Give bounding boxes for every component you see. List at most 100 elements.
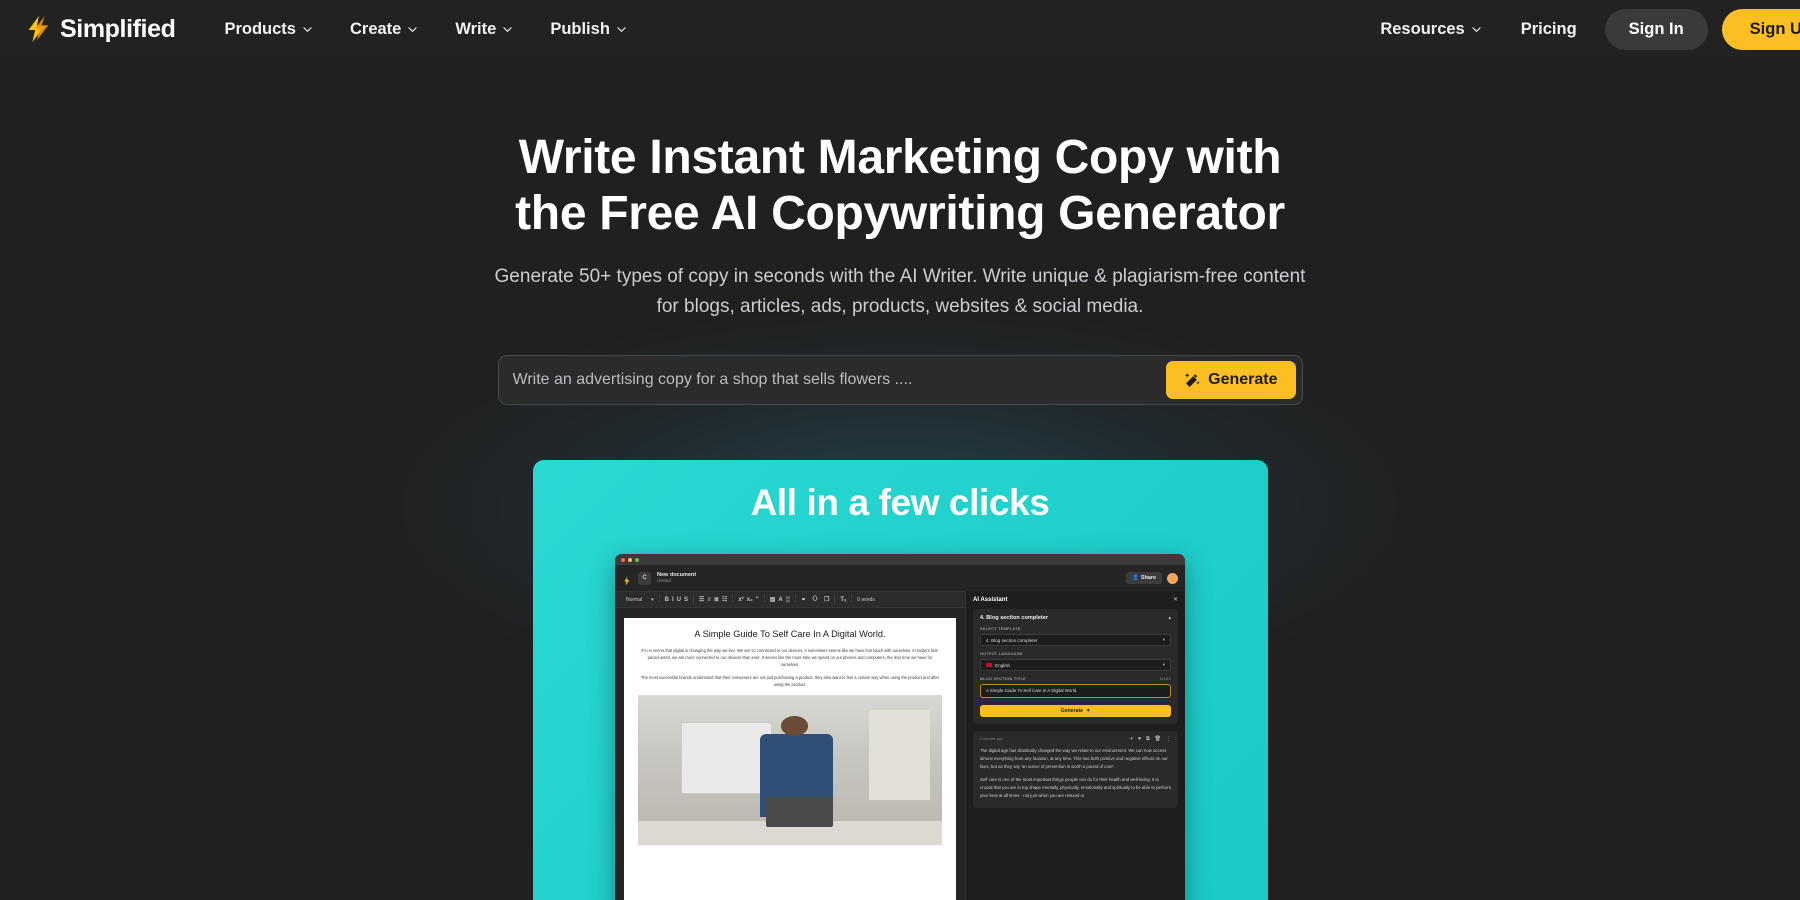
style-select[interactable]: Normal ▾ — [626, 597, 654, 603]
blog-title-label-row: BLOG SECTION TITLE 0/120 — [980, 677, 1171, 681]
chevron-down-icon: ▾ — [651, 596, 654, 603]
align-left-icon[interactable]: ☰ — [699, 597, 704, 603]
toolbar-list-group[interactable]: ▤ A ▒ — [765, 594, 796, 606]
nav-item-publish[interactable]: Publish — [531, 12, 645, 47]
window-maximize-dot-icon — [635, 557, 639, 562]
prompt-input[interactable] — [512, 371, 1167, 390]
ai-output-header: 2 minutes ago + ♥ ⧉ 🗑 ⋮ — [980, 736, 1171, 742]
plus-icon[interactable]: + — [1130, 736, 1133, 742]
generate-button[interactable]: Generate — [1166, 361, 1296, 400]
ai-output-timestamp: 2 minutes ago — [980, 737, 1003, 742]
brand-name: Simplified — [60, 14, 176, 43]
align-right-icon[interactable]: ≣ — [714, 597, 719, 603]
nav-item-resources[interactable]: Resources — [1360, 12, 1500, 47]
nav-item-products[interactable]: Products — [205, 12, 331, 47]
nav-item-create[interactable]: Create — [331, 12, 436, 47]
style-select-value: Normal — [626, 596, 643, 603]
align-center-icon[interactable]: ≡ — [707, 597, 711, 603]
chevron-down-icon: ▾ — [1162, 662, 1165, 668]
heart-icon[interactable]: ♥ — [1138, 736, 1141, 742]
window-close-dot-icon — [621, 557, 625, 562]
ai-template-name: 4. Blog section completer — [980, 615, 1049, 622]
select-template-label: SELECT TEMPLATE — [980, 627, 1021, 632]
image-icon[interactable]: ❐ — [824, 597, 829, 603]
more-icon[interactable]: ⋮ — [1166, 736, 1171, 742]
ai-panel-header: AI Assistant ✕ — [973, 597, 1178, 603]
italic-icon[interactable]: I — [672, 597, 674, 603]
superscript-icon[interactable]: x² — [738, 597, 743, 603]
magic-wand-icon — [1184, 372, 1200, 388]
editor-toolbar: Normal ▾ B I U S ☰ ≡ ≣ ☷ x² x₂ ” ▤ A ▒ ⚭… — [615, 591, 965, 609]
chevron-down-icon — [408, 25, 417, 34]
bold-icon[interactable]: B — [665, 597, 669, 603]
nav-item-resources-label: Resources — [1380, 19, 1465, 38]
text-color-icon[interactable]: A — [778, 597, 782, 603]
simplified-bolt-logo-icon — [22, 14, 52, 44]
trash-icon[interactable]: 🗑 — [1155, 736, 1161, 742]
output-language-value: English — [995, 662, 1011, 668]
share-button[interactable]: 👤 Share — [1126, 572, 1162, 585]
toolbar-clear-group[interactable]: Tₓ — [835, 594, 853, 606]
ai-template-header[interactable]: 4. Blog section completer ▴ — [980, 615, 1171, 621]
brand-logo[interactable]: Simplified — [22, 14, 176, 44]
toolbar-style-group[interactable]: Normal ▾ — [621, 594, 660, 606]
clear-format-icon[interactable]: Tₓ — [840, 597, 846, 603]
image-person-head — [780, 716, 809, 736]
blockquote-icon[interactable]: ” — [756, 597, 759, 603]
avatar[interactable] — [1167, 572, 1178, 584]
mock-app-header: C New document Untitled 👤 Share — [615, 565, 1185, 592]
sign-in-button[interactable]: Sign In — [1604, 8, 1708, 50]
mock-app-body: Normal ▾ B I U S ☰ ≡ ≣ ☷ x² x₂ ” ▤ A ▒ ⚭… — [615, 591, 1185, 900]
subscript-icon[interactable]: x₂ — [747, 597, 753, 603]
prompt-bar: Generate — [497, 355, 1303, 406]
window-minimize-dot-icon — [628, 557, 632, 562]
document-heading: A Simple Guide To Self Care In A Digital… — [694, 629, 886, 640]
bullet-list-icon[interactable]: ▤ — [770, 597, 776, 603]
copy-icon[interactable]: ⧉ — [1146, 736, 1150, 742]
chevron-up-icon[interactable]: ▴ — [1168, 615, 1171, 621]
nav-item-write[interactable]: Write — [436, 12, 531, 47]
document-page[interactable]: A Simple Guide To Self Care In A Digital… — [624, 618, 956, 900]
align-justify-icon[interactable]: ☷ — [722, 597, 727, 603]
link-icon[interactable]: ⚭ — [801, 597, 806, 603]
image-shelf — [869, 710, 930, 801]
flag-icon — [986, 663, 992, 668]
code-icon[interactable]: 〈〉 — [809, 597, 821, 603]
nav-item-write-label: Write — [455, 19, 497, 38]
blog-title-input[interactable]: A Simple Guide To Self Care In A Digital… — [980, 684, 1171, 699]
mock-window-titlebar — [615, 554, 1185, 566]
page-title: Write Instant Marketing Copy with the Fr… — [470, 130, 1330, 242]
chevron-down-icon — [503, 25, 512, 34]
ai-output-actions: + ♥ ⧉ 🗑 ⋮ — [1130, 736, 1171, 742]
ai-generate-button[interactable]: Generate ✦ — [980, 705, 1171, 718]
person-add-icon: 👤 — [1132, 575, 1140, 582]
ai-output-paragraph-2: Self care is one of the most important t… — [980, 777, 1171, 799]
toolbar-format-group[interactable]: B I U S — [660, 594, 695, 606]
ai-generate-label: Generate — [1060, 708, 1084, 715]
nav-item-create-label: Create — [349, 19, 402, 38]
document-paragraph-1: It's no secret that digital is changing … — [641, 647, 939, 667]
mock-header-actions: 👤 Share — [1126, 572, 1178, 585]
app-screenshot-mock: C New document Untitled 👤 Share Normal ▾… — [615, 554, 1185, 900]
select-template-dropdown[interactable]: 4. Blog section completer ▾ — [980, 634, 1171, 647]
toolbar-insert-group[interactable]: ⚭ 〈〉 ❐ — [796, 594, 836, 606]
underline-icon[interactable]: U — [677, 597, 681, 603]
toolbar-align-group[interactable]: ☰ ≡ ≣ ☷ — [694, 594, 734, 606]
toolbar-script-group[interactable]: x² x₂ ” — [733, 594, 765, 606]
magic-wand-icon: ✦ — [1086, 708, 1091, 715]
toolbar-wordcount-group: 0 words — [852, 594, 880, 605]
nav-item-pricing-label: Pricing — [1520, 19, 1577, 38]
sign-up-button[interactable]: Sign Up — [1721, 8, 1800, 50]
ai-output-paragraph-1: The digital age has drastically changed … — [980, 748, 1168, 770]
showcase-title: All in a few clicks — [750, 482, 1050, 524]
document-subtitle: Untitled — [657, 578, 672, 584]
chevron-down-icon — [303, 25, 312, 34]
primary-nav: Products Create Write Publish — [205, 12, 644, 47]
close-icon[interactable]: ✕ — [1173, 597, 1178, 603]
highlight-icon[interactable]: ▒ — [786, 597, 790, 603]
chevron-down-icon — [617, 25, 626, 34]
nav-item-pricing[interactable]: Pricing — [1501, 12, 1597, 47]
strikethrough-icon[interactable]: S — [684, 597, 688, 603]
output-language-dropdown[interactable]: English ▾ — [980, 659, 1171, 672]
simplified-bolt-logo-icon — [622, 573, 632, 586]
